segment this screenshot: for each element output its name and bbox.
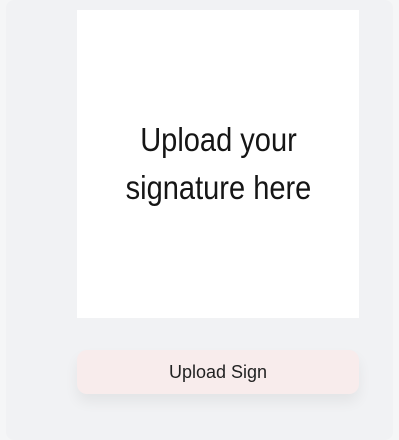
signature-upload-area[interactable]: Upload your signature here <box>77 10 359 318</box>
signature-upload-prompt-line2: signature here <box>125 169 311 206</box>
signature-upload-prompt: Upload your signature here <box>125 116 311 212</box>
signature-upload-card: Upload your signature here Upload Sign <box>6 0 393 440</box>
upload-sign-button-label: Upload Sign <box>168 361 268 382</box>
upload-sign-button[interactable]: Upload Sign <box>77 350 359 394</box>
signature-upload-prompt-line1: Upload your <box>139 121 297 159</box>
